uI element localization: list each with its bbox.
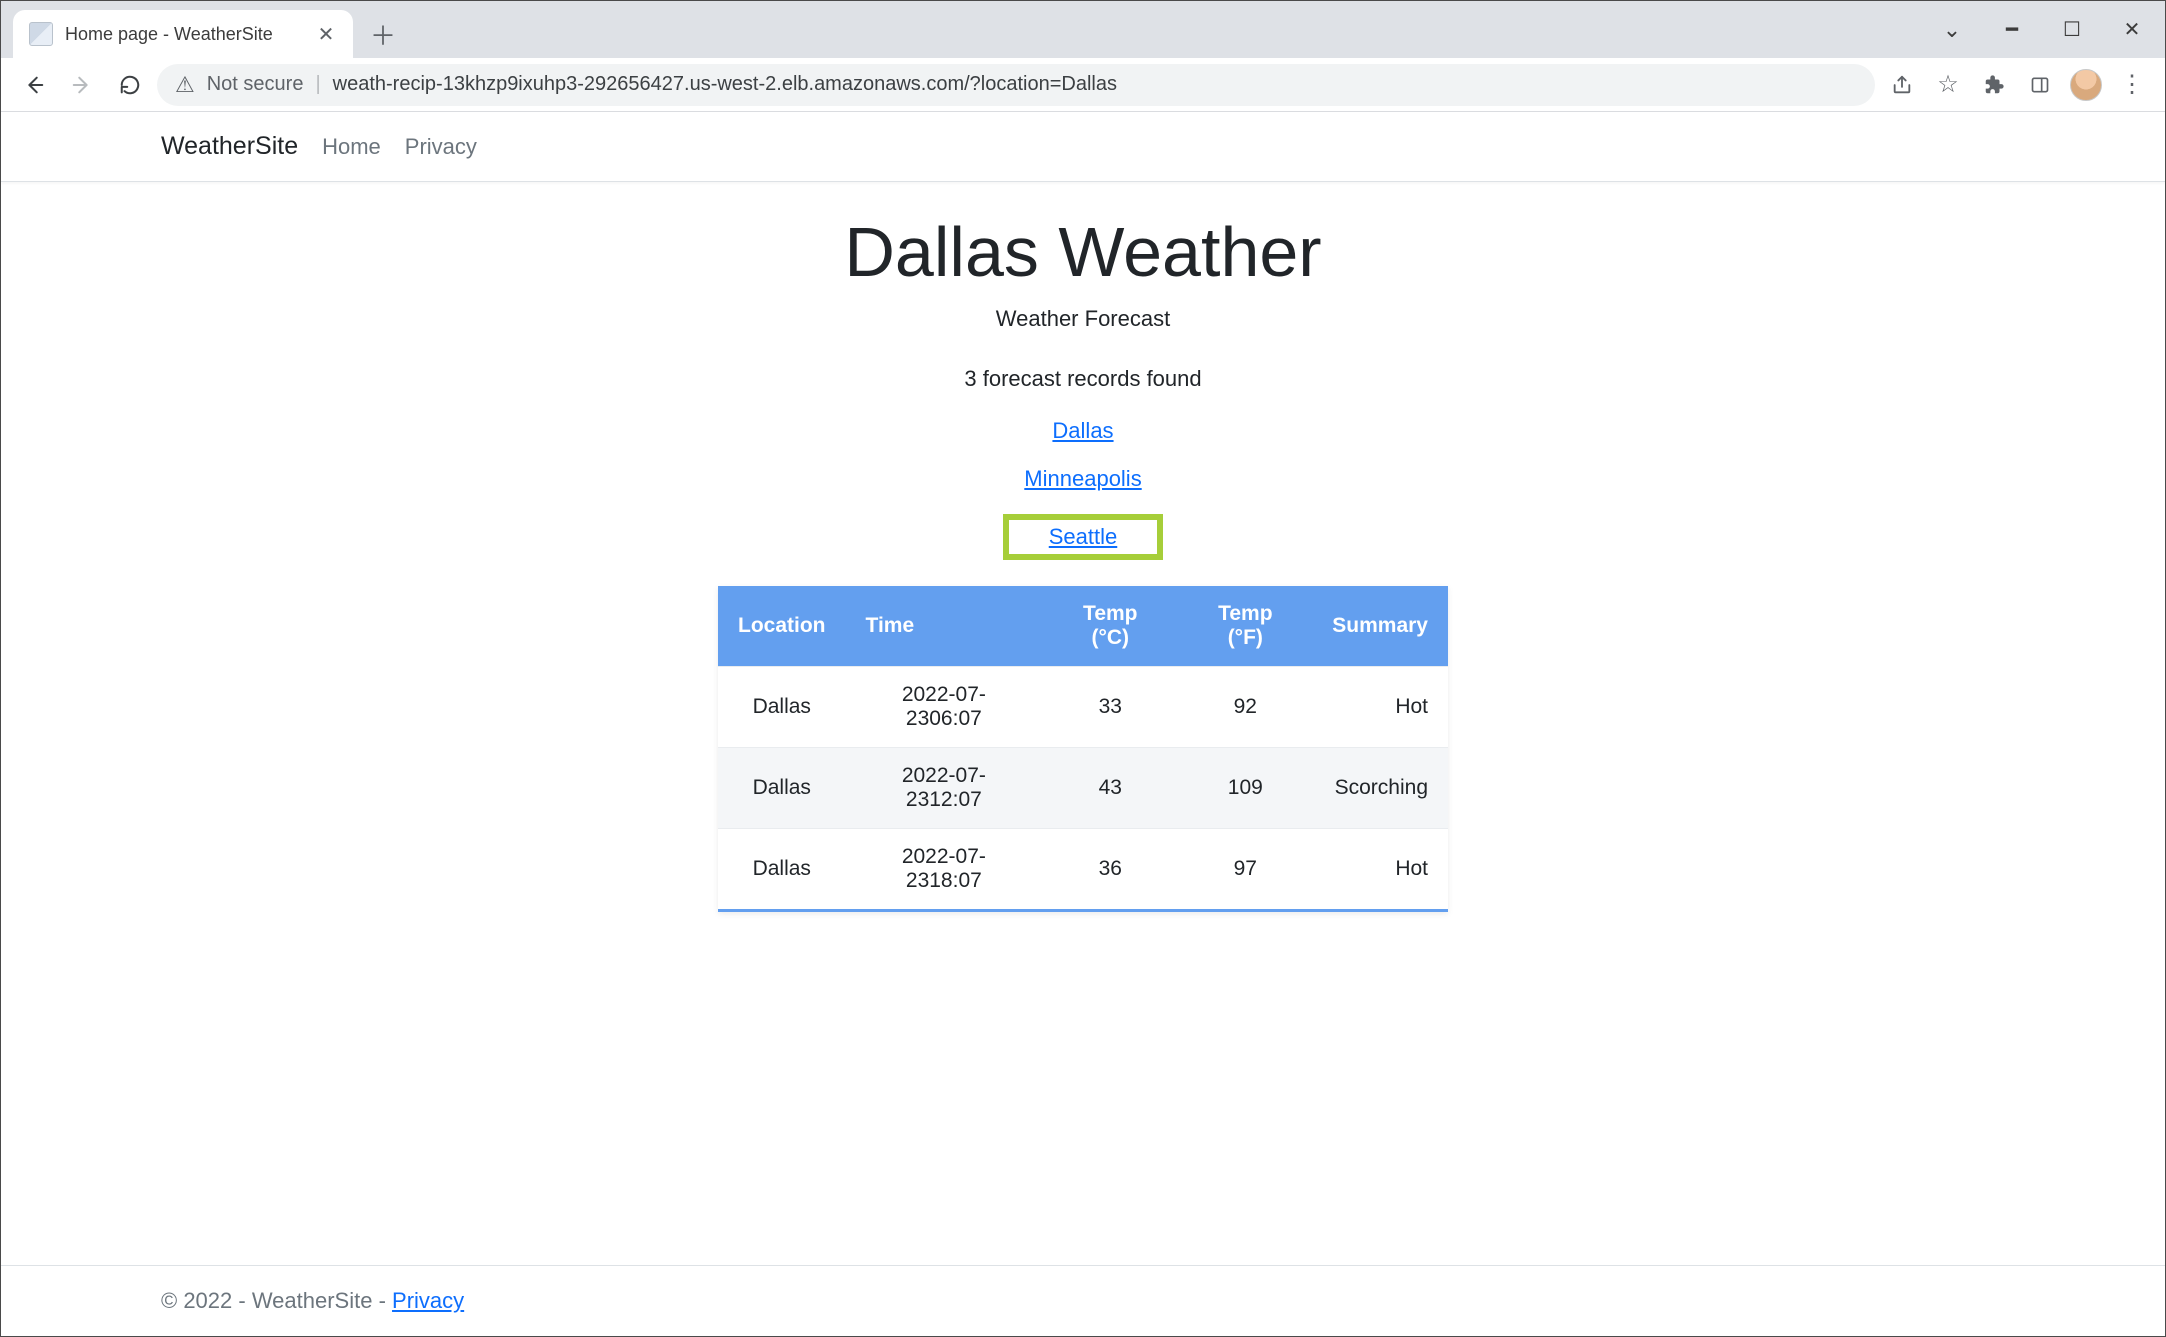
page-title: Dallas Weather xyxy=(1,212,2165,292)
table-row: Dallas 2022-07-2312:07 43 109 Scorching xyxy=(718,748,1448,829)
th-location: Location xyxy=(718,586,846,667)
address-bar[interactable]: ⚠ Not secure | weath-recip-13khzp9ixuhp3… xyxy=(157,64,1875,106)
th-temp-f: Temp (°F) xyxy=(1178,586,1312,667)
location-link-seattle-highlight: Seattle xyxy=(1003,514,1164,560)
location-link-dallas[interactable]: Dallas xyxy=(1052,418,1113,444)
footer-privacy-link[interactable]: Privacy xyxy=(392,1288,464,1313)
forward-button[interactable] xyxy=(61,64,103,106)
url-text: weath-recip-13khzp9ixuhp3-292656427.us-w… xyxy=(333,73,1117,96)
window-close-icon[interactable]: ✕ xyxy=(2107,10,2157,50)
not-secure-warning-icon: ⚠ xyxy=(175,72,195,98)
site-navbar: WeatherSite Home Privacy xyxy=(1,112,2165,182)
page-subtitle: Weather Forecast xyxy=(1,306,2165,332)
tab-close-icon[interactable]: ✕ xyxy=(315,23,337,45)
table-row: Dallas 2022-07-2318:07 36 97 Hot xyxy=(718,829,1448,911)
nav-privacy[interactable]: Privacy xyxy=(405,134,477,160)
side-panel-icon[interactable] xyxy=(2019,64,2061,106)
bookmark-star-icon[interactable]: ☆ xyxy=(1927,64,1969,106)
tab-search-chevron-icon[interactable]: ⌄ xyxy=(1927,10,1977,50)
forecast-table: Location Time Temp (°C) Temp (°F) Summar… xyxy=(718,586,1448,912)
chrome-menu-icon[interactable]: ⋮ xyxy=(2111,64,2153,106)
records-found: 3 forecast records found xyxy=(1,366,2165,392)
tab-favicon-icon xyxy=(29,22,53,46)
browser-toolbar: ⚠ Not secure | weath-recip-13khzp9ixuhp3… xyxy=(1,58,2165,112)
main-content: Dallas Weather Weather Forecast 3 foreca… xyxy=(1,182,2165,1265)
profile-avatar[interactable] xyxy=(2065,64,2107,106)
back-button[interactable] xyxy=(13,64,55,106)
location-link-minneapolis[interactable]: Minneapolis xyxy=(1024,466,1141,492)
brand[interactable]: WeatherSite xyxy=(161,132,298,161)
th-temp-c: Temp (°C) xyxy=(1042,586,1178,667)
location-link-seattle[interactable]: Seattle xyxy=(1049,524,1118,549)
tab-title: Home page - WeatherSite xyxy=(65,24,303,45)
th-time: Time xyxy=(846,586,1043,667)
window-minimize-icon[interactable]: ━ xyxy=(1987,10,2037,50)
table-row: Dallas 2022-07-2306:07 33 92 Hot xyxy=(718,667,1448,748)
reload-button[interactable] xyxy=(109,64,151,106)
site-footer: © 2022 - WeatherSite - Privacy xyxy=(1,1265,2165,1336)
location-links: Dallas Minneapolis Seattle xyxy=(1,418,2165,560)
extensions-puzzle-icon[interactable] xyxy=(1973,64,2015,106)
share-icon[interactable] xyxy=(1881,64,1923,106)
window-maximize-icon[interactable]: ☐ xyxy=(2047,10,2097,50)
th-summary: Summary xyxy=(1312,586,1448,667)
new-tab-button[interactable]: ＋ xyxy=(363,14,403,54)
window-controls: ⌄ ━ ☐ ✕ xyxy=(1927,1,2157,58)
table-header-row: Location Time Temp (°C) Temp (°F) Summar… xyxy=(718,586,1448,667)
browser-tab-strip: Home page - WeatherSite ✕ ＋ ⌄ ━ ☐ ✕ xyxy=(1,1,2165,58)
nav-home[interactable]: Home xyxy=(322,134,381,160)
footer-text: © 2022 - WeatherSite - xyxy=(161,1288,392,1313)
browser-tab[interactable]: Home page - WeatherSite ✕ xyxy=(13,10,353,58)
not-secure-label: Not secure xyxy=(207,73,304,96)
